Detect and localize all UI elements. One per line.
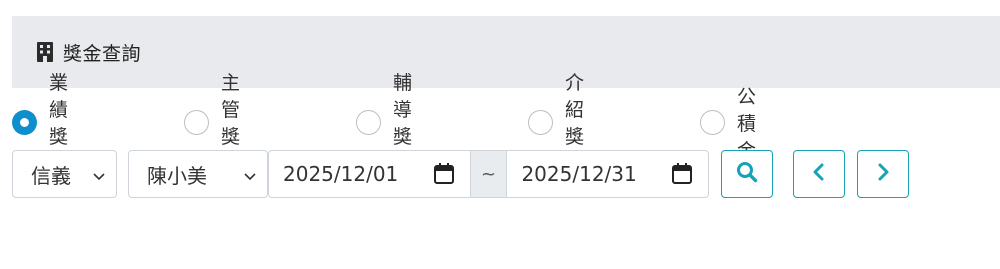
search-button[interactable]	[721, 150, 773, 198]
end-date-input[interactable]: 2025/12/31	[507, 151, 708, 197]
person-select[interactable]: 陳小美	[128, 150, 268, 198]
radio-circle[interactable]	[356, 109, 381, 135]
page-header: 獎金查詢	[12, 16, 1000, 88]
radio-circle[interactable]	[528, 109, 553, 135]
person-select-value: 陳小美	[147, 163, 207, 188]
next-button[interactable]	[857, 150, 909, 198]
calendar-icon[interactable]	[433, 163, 454, 184]
start-date-input[interactable]: 2025/12/01	[269, 151, 470, 197]
chevron-down-icon	[92, 168, 106, 182]
page-title: 獎金查詢	[63, 42, 142, 65]
date-range: 2025/12/01 ~ 2025/12/31	[268, 150, 709, 198]
calendar-icon[interactable]	[672, 163, 692, 184]
search-icon	[736, 161, 758, 187]
radio-circle[interactable]	[700, 109, 725, 135]
end-date-value: 2025/12/31	[521, 162, 637, 186]
radio-circle-checked[interactable]	[12, 109, 37, 135]
date-range-separator: ~	[469, 151, 508, 197]
branch-select-value: 信義	[31, 163, 71, 188]
radio-circle[interactable]	[184, 109, 209, 135]
chevron-down-icon	[243, 168, 257, 182]
previous-button[interactable]	[793, 150, 845, 198]
branch-select[interactable]: 信義	[12, 150, 117, 198]
chevron-left-icon	[812, 163, 826, 185]
building-icon	[37, 42, 53, 62]
chevron-right-icon	[876, 163, 890, 185]
start-date-value: 2025/12/01	[283, 162, 399, 186]
